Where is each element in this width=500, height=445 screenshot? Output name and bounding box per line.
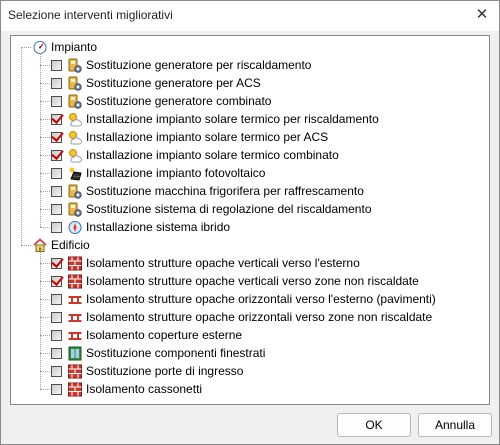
tree-item-label: Isolamento strutture opache verticali ve… — [86, 256, 360, 270]
gear-device-icon — [68, 94, 82, 109]
tree-item[interactable]: Sostituzione sistema di regolazione del … — [51, 200, 372, 218]
tree-item[interactable]: Sostituzione componenti finestrati — [51, 344, 265, 362]
gear-device-icon — [68, 76, 82, 91]
ok-button[interactable]: OK — [337, 413, 411, 437]
tree-group-label: Edificio — [51, 238, 90, 252]
window-icon — [68, 346, 82, 361]
tree-item-label: Installazione impianto solare termico pe… — [86, 112, 379, 126]
tree-item[interactable]: Sostituzione generatore per ACS — [51, 74, 261, 92]
item-checkbox[interactable] — [51, 167, 62, 179]
item-checkbox[interactable] — [51, 149, 62, 161]
sun-cloud-icon — [68, 148, 82, 163]
tree-group-edificio[interactable]: Edificio — [33, 236, 90, 254]
dialog-window: Selezione interventi migliorativi ✕ Impi… — [0, 0, 500, 445]
item-checkbox[interactable] — [51, 311, 62, 323]
tree-item[interactable]: Isolamento cassonetti — [51, 380, 202, 398]
floor-slab-icon — [68, 292, 82, 307]
item-checkbox[interactable] — [51, 221, 62, 233]
floor-slab-icon — [68, 328, 82, 343]
compass-icon — [68, 220, 82, 235]
item-checkbox[interactable] — [51, 275, 62, 287]
tree-item-label: Sostituzione componenti finestrati — [86, 346, 266, 360]
tree-item-label: Sostituzione porte di ingresso — [86, 364, 244, 378]
tree-item[interactable]: Installazione impianto solare termico pe… — [51, 110, 379, 128]
tree-group-label: Impianto — [51, 40, 98, 54]
tree-item[interactable]: Sostituzione generatore per riscaldament… — [51, 56, 311, 74]
item-checkbox[interactable] — [51, 131, 62, 143]
intervention-tree: Impianto Sostituzione generatore per risc… — [10, 35, 490, 405]
tree-group-impianto[interactable]: Impianto — [33, 38, 97, 56]
tree-item-label: Sostituzione generatore combinato — [86, 94, 272, 108]
item-checkbox[interactable] — [51, 365, 62, 377]
tree-item[interactable]: Isolamento strutture opache orizzontali … — [51, 308, 432, 326]
title-bar: Selezione interventi migliorativi ✕ — [1, 1, 499, 31]
item-checkbox[interactable] — [51, 257, 62, 269]
close-icon[interactable]: ✕ — [473, 6, 491, 24]
item-checkbox[interactable] — [51, 347, 62, 359]
tree-item-label: Sostituzione macchina frigorifera per ra… — [86, 184, 364, 198]
floor-slab-icon — [68, 310, 82, 325]
item-checkbox[interactable] — [51, 329, 62, 341]
tree-item[interactable]: Sostituzione generatore combinato — [51, 92, 271, 110]
tree-item-label: Isolamento coperture esterne — [86, 328, 243, 342]
brick-wall-icon — [68, 256, 82, 271]
tree-item-label: Installazione impianto fotovoltaico — [86, 166, 266, 180]
tree-item-label: Isolamento cassonetti — [86, 382, 203, 396]
tree-item[interactable]: Installazione impianto solare termico co… — [51, 146, 339, 164]
tree-item-label: Installazione impianto solare termico pe… — [86, 130, 329, 144]
gear-device-icon — [68, 184, 82, 199]
brick-wall-icon — [68, 274, 82, 289]
brick-wall-icon — [68, 364, 82, 379]
item-checkbox[interactable] — [51, 293, 62, 305]
tree-item-label: Sostituzione generatore per ACS — [86, 76, 261, 90]
tree-item-label: Sostituzione sistema di regolazione del … — [86, 202, 372, 216]
tree-item-label: Isolamento strutture opache verticali ve… — [86, 274, 419, 288]
tree-item[interactable]: Isolamento strutture opache verticali ve… — [51, 254, 360, 272]
cancel-button[interactable]: Annulla — [418, 413, 492, 437]
gear-device-icon — [68, 202, 82, 217]
tree-item[interactable]: Isolamento strutture opache verticali ve… — [51, 272, 419, 290]
item-checkbox[interactable] — [51, 95, 62, 107]
item-checkbox[interactable] — [51, 203, 62, 215]
tree-item[interactable]: Installazione impianto fotovoltaico — [51, 164, 265, 182]
item-checkbox[interactable] — [51, 113, 62, 125]
tree-item[interactable]: Sostituzione macchina frigorifera per ra… — [51, 182, 364, 200]
tree-item[interactable]: Installazione sistema ibrido — [51, 218, 230, 236]
tree-item[interactable]: Isolamento coperture esterne — [51, 326, 242, 344]
tree-item-label: Isolamento strutture opache orizzontali … — [86, 310, 433, 324]
tree-item[interactable]: Isolamento strutture opache orizzontali … — [51, 290, 436, 308]
sun-cloud-icon — [68, 130, 82, 145]
window-title: Selezione interventi migliorativi — [8, 8, 173, 22]
item-checkbox[interactable] — [51, 185, 62, 197]
item-checkbox[interactable] — [51, 383, 62, 395]
sun-cloud-icon — [68, 112, 82, 127]
tree-item-label: Installazione impianto solare termico co… — [86, 148, 339, 162]
brick-wall-icon — [68, 382, 82, 397]
item-checkbox[interactable] — [51, 77, 62, 89]
tree-item[interactable]: Sostituzione porte di ingresso — [51, 362, 243, 380]
tree-item-label: Sostituzione generatore per riscaldament… — [86, 58, 312, 72]
item-checkbox[interactable] — [51, 59, 62, 71]
tree-item-label: Installazione sistema ibrido — [86, 220, 231, 234]
gear-device-icon — [68, 58, 82, 73]
tree-item-label: Isolamento strutture opache orizzontali … — [86, 292, 436, 306]
solar-panel-icon — [68, 166, 82, 181]
tree-item[interactable]: Installazione impianto solare termico pe… — [51, 128, 328, 146]
